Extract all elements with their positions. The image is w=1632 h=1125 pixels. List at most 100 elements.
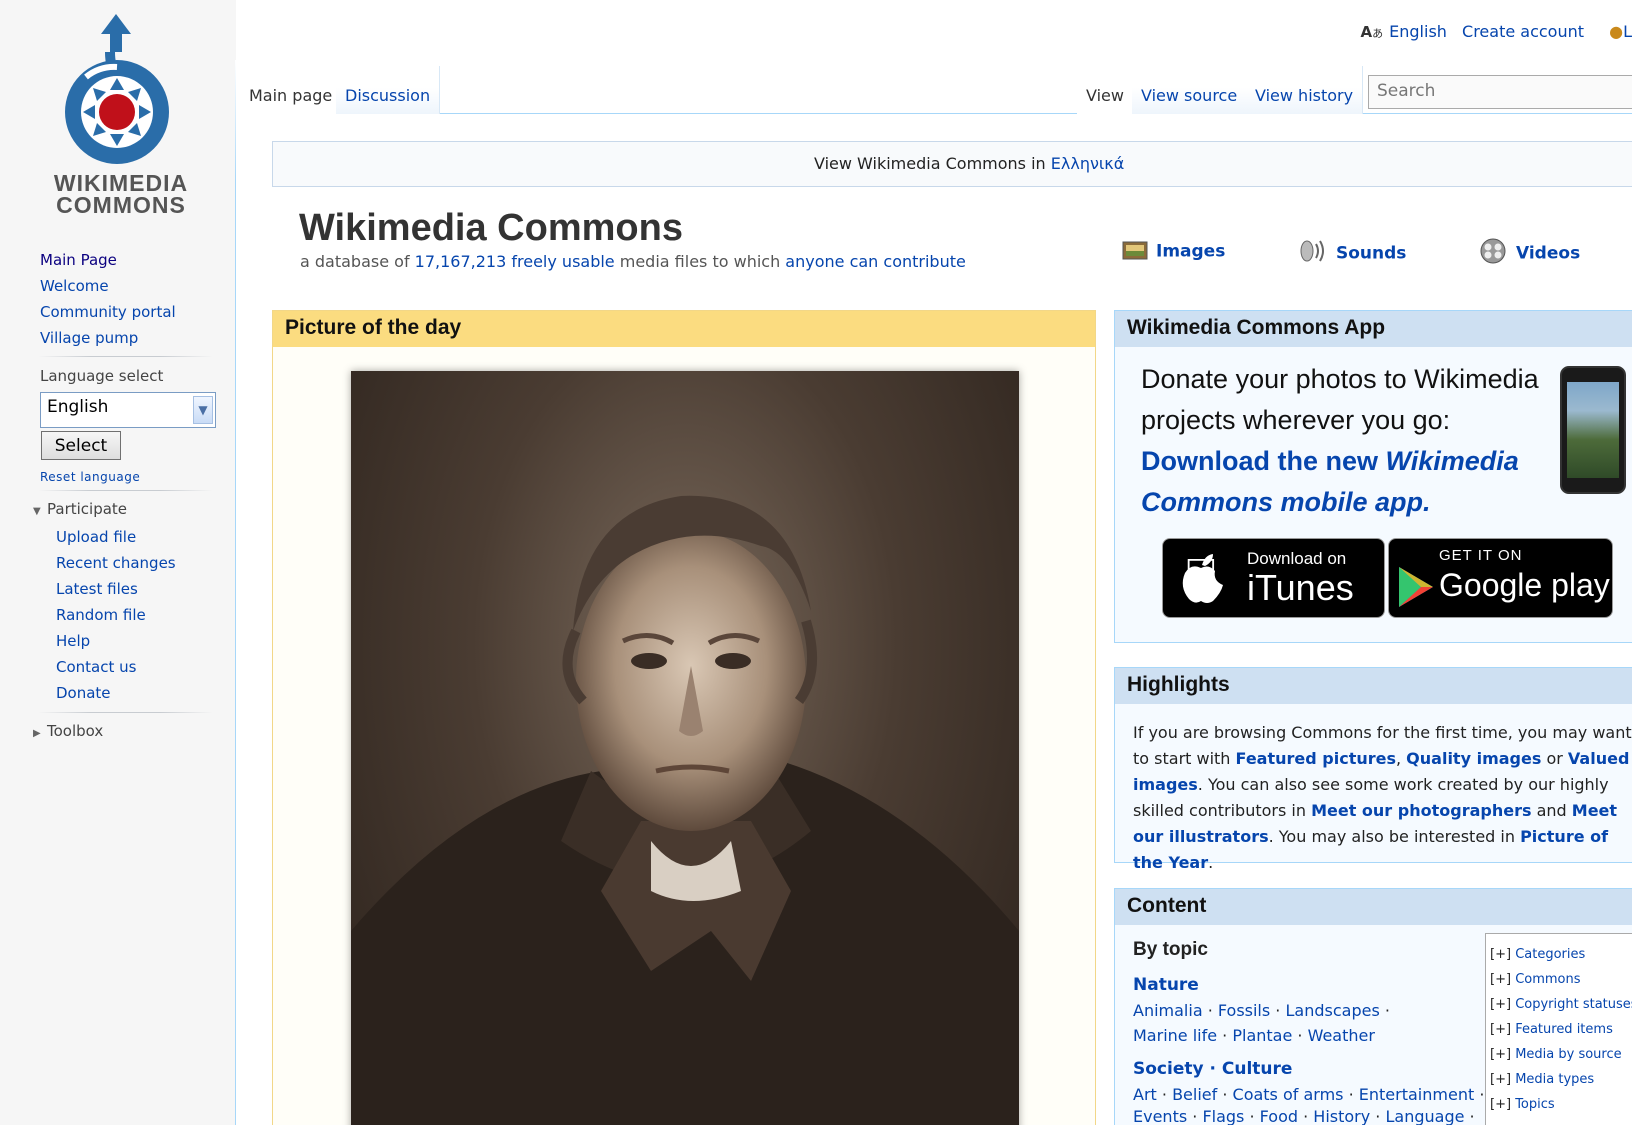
itunes-badge-main: iTunes xyxy=(1247,567,1354,608)
landscapes-link[interactable]: Landscapes xyxy=(1285,1001,1379,1020)
tree-link-categories[interactable]: Categories xyxy=(1515,947,1585,962)
language-dropdown[interactable]: English ▼ xyxy=(40,392,216,428)
marine-life-link[interactable]: Marine life xyxy=(1133,1026,1217,1045)
wikimedia-commons-logo[interactable]: WIKIMEDIA COMMONS xyxy=(36,12,206,217)
chevron-down-icon[interactable]: ▼ xyxy=(193,396,213,424)
videos-link[interactable]: Videos xyxy=(1478,238,1580,269)
tab-view-source[interactable]: View source xyxy=(1132,66,1248,114)
language-select-label: Language select xyxy=(40,367,164,385)
belief-link[interactable]: Belief xyxy=(1172,1085,1217,1104)
tabs-bottom-border xyxy=(240,113,1632,114)
google-play-badge[interactable]: GET IT ON Google play xyxy=(1388,538,1613,618)
expand-toggle[interactable]: [+] xyxy=(1490,947,1511,962)
nav-upload-file[interactable]: Upload file xyxy=(56,528,136,546)
create-account-link[interactable]: Create account xyxy=(1462,22,1584,41)
login-link[interactable]: L xyxy=(1623,22,1632,41)
quality-images-link[interactable]: Quality images xyxy=(1406,749,1541,768)
app-box-heading: Wikimedia Commons App xyxy=(1115,311,1632,347)
reset-language-link[interactable]: Reset language xyxy=(40,470,140,484)
plantae-link[interactable]: Plantae xyxy=(1232,1026,1292,1045)
expand-toggle[interactable]: [+] xyxy=(1490,1022,1511,1037)
tab-discussion[interactable]: Discussion xyxy=(336,66,441,114)
tab-view-history[interactable]: View history xyxy=(1246,66,1364,114)
itunes-badge[interactable]:  Download on iTunes xyxy=(1162,538,1385,618)
picture-of-the-day-box: Picture of the day xyxy=(272,310,1096,1125)
language-link[interactable]: Language xyxy=(1385,1107,1464,1125)
art-link[interactable]: Art xyxy=(1133,1085,1157,1104)
featured-pictures-link[interactable]: Featured pictures xyxy=(1236,749,1396,768)
language-settings-icon[interactable]: Aあ xyxy=(1361,23,1384,41)
fossils-link[interactable]: Fossils xyxy=(1218,1001,1270,1020)
tree-link-commons[interactable]: Commons xyxy=(1515,972,1580,987)
expand-toggle[interactable]: [+] xyxy=(1490,1072,1511,1087)
nav-village-pump[interactable]: Village pump xyxy=(40,329,138,347)
nav-welcome[interactable]: Welcome xyxy=(40,277,109,295)
nav-random-file[interactable]: Random file xyxy=(56,606,146,624)
nav-main-page[interactable]: Main Page xyxy=(40,251,117,269)
tree-link-topics[interactable]: Topics xyxy=(1515,1097,1554,1112)
expand-toggle[interactable]: [+] xyxy=(1490,972,1511,987)
tree-link-featured-items[interactable]: Featured items xyxy=(1515,1022,1613,1037)
nav-latest-files[interactable]: Latest files xyxy=(56,580,138,598)
highlights-fragment: . You may also be interested in xyxy=(1268,827,1521,846)
sounds-link[interactable]: Sounds xyxy=(1298,238,1406,269)
speaker-icon xyxy=(1298,238,1328,269)
tree-item: [+] Copyright statuses xyxy=(1490,992,1632,1017)
events-link[interactable]: Events xyxy=(1133,1107,1187,1125)
tree-link-media-by-source[interactable]: Media by source xyxy=(1515,1047,1621,1062)
tree-link-media-types[interactable]: Media types xyxy=(1515,1072,1594,1087)
commons-logo-icon xyxy=(65,14,169,164)
google-play-badge-top: GET IT ON xyxy=(1439,547,1523,564)
file-count-link[interactable]: 17,167,213 xyxy=(415,252,507,271)
personal-tools: Aあ English Create account ●L xyxy=(1351,22,1632,41)
expand-toggle[interactable]: [+] xyxy=(1490,997,1511,1012)
culture-link[interactable]: Culture xyxy=(1222,1059,1293,1079)
app-promo-text: Donate your photos to Wikimedia projects… xyxy=(1141,359,1541,523)
contribute-link[interactable]: anyone can contribute xyxy=(785,252,966,271)
images-link[interactable]: Images xyxy=(1122,238,1225,265)
meet-photographers-link[interactable]: Meet our photographers xyxy=(1311,801,1531,820)
toolbox-label: Toolbox xyxy=(47,722,104,740)
page-subtitle: a database of 17,167,213 freely usable m… xyxy=(300,252,966,271)
nav-donate[interactable]: Donate xyxy=(56,684,111,702)
coats-of-arms-link[interactable]: Coats of arms xyxy=(1233,1085,1344,1104)
greek-language-link[interactable]: Ελληνικά xyxy=(1051,154,1125,173)
notice-text: View Wikimedia Commons in xyxy=(814,154,1051,173)
nature-links-row-1: Animalia · Fossils · Landscapes · xyxy=(1133,1001,1390,1020)
language-notice-banner: View Wikimedia Commons in Ελληνικά xyxy=(272,141,1632,187)
food-link[interactable]: Food xyxy=(1260,1107,1298,1125)
nav-recent-changes[interactable]: Recent changes xyxy=(56,554,176,572)
flags-link[interactable]: Flags xyxy=(1202,1107,1244,1125)
tab-main-page[interactable]: Main page xyxy=(240,66,343,114)
tab-view-source-label: View source xyxy=(1141,86,1238,105)
select-language-button[interactable]: Select xyxy=(41,431,121,460)
commons-app-box: Wikimedia Commons App Donate your photos… xyxy=(1114,310,1632,643)
animalia-link[interactable]: Animalia xyxy=(1133,1001,1203,1020)
highlights-fragment: , xyxy=(1396,749,1407,768)
triangle-right-icon: ▶ xyxy=(33,728,41,739)
nav-contact-us[interactable]: Contact us xyxy=(56,658,136,676)
nav-community-portal[interactable]: Community portal xyxy=(40,303,176,321)
download-app-text: Download the new xyxy=(1141,446,1386,476)
nature-link[interactable]: Nature xyxy=(1133,975,1199,995)
weather-link[interactable]: Weather xyxy=(1308,1026,1375,1045)
society-link[interactable]: Society xyxy=(1133,1059,1204,1079)
download-app-link[interactable]: Download the new Wikimedia Commons mobil… xyxy=(1141,446,1519,517)
potd-image[interactable] xyxy=(351,371,1019,1125)
nav-help[interactable]: Help xyxy=(56,632,90,650)
expand-toggle[interactable]: [+] xyxy=(1490,1047,1511,1062)
tree-link-copyright-statuses[interactable]: Copyright statuses xyxy=(1515,997,1632,1012)
expand-toggle[interactable]: [+] xyxy=(1490,1097,1511,1112)
toolbox-toggle[interactable]: ▶ Toolbox xyxy=(33,722,103,740)
portrait-photo-icon xyxy=(351,495,1019,1125)
participate-toggle[interactable]: ▼ Participate xyxy=(33,500,127,518)
freely-usable-link[interactable]: freely usable xyxy=(511,252,614,271)
tab-view[interactable]: View xyxy=(1077,66,1134,114)
interface-language-link[interactable]: English xyxy=(1389,22,1447,41)
highlights-box: Highlights If you are browsing Commons f… xyxy=(1114,667,1632,872)
history-link[interactable]: History xyxy=(1313,1107,1370,1125)
search-input[interactable]: Search xyxy=(1368,75,1632,109)
sidebar-divider xyxy=(38,356,213,357)
entertainment-link[interactable]: Entertainment xyxy=(1359,1085,1474,1104)
images-icon xyxy=(1122,238,1148,265)
